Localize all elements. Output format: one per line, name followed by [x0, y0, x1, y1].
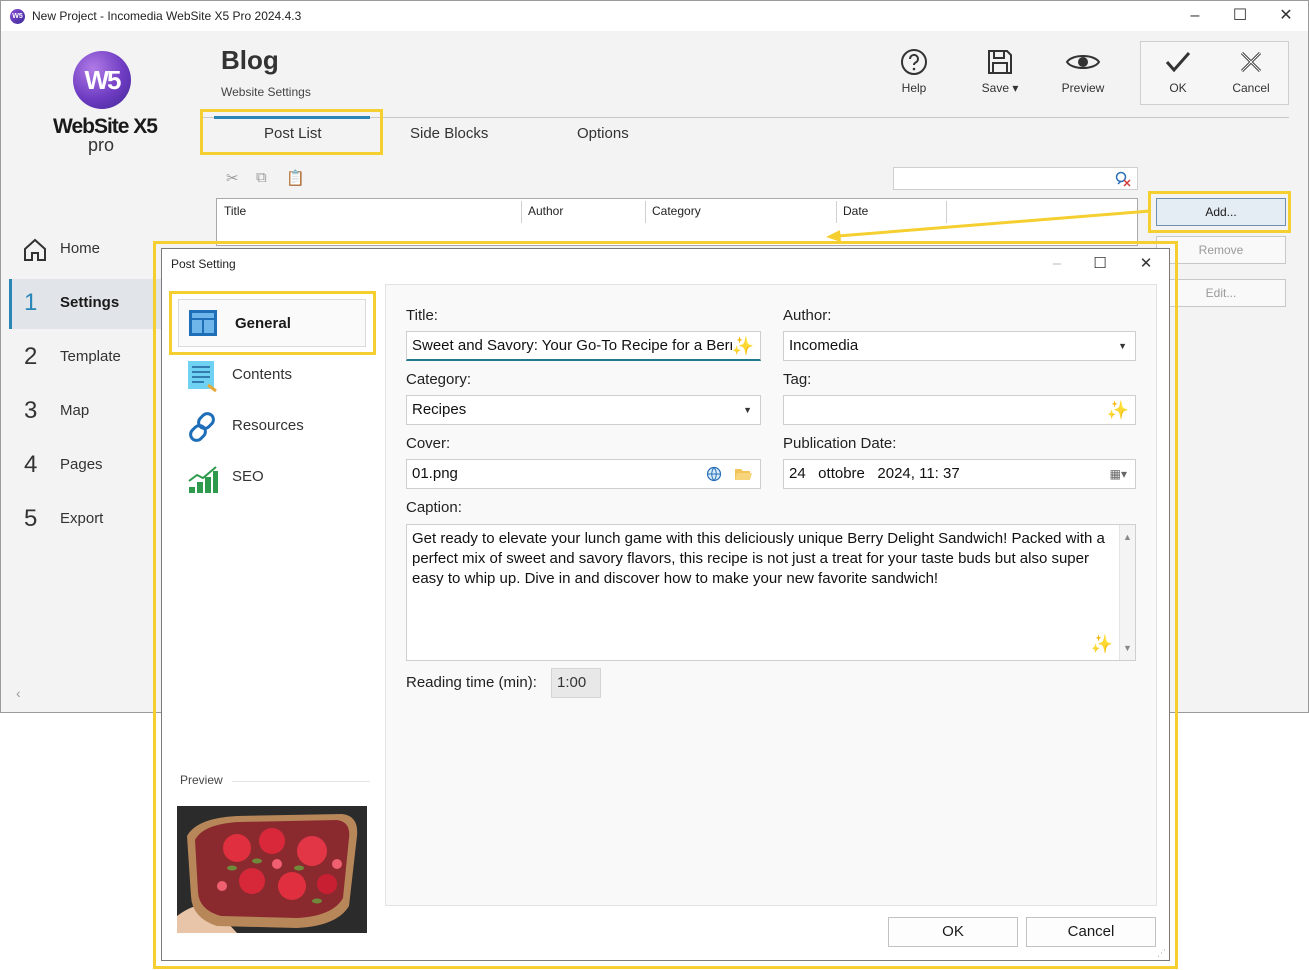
preview-button[interactable]: Preview: [1053, 47, 1113, 103]
nav-template[interactable]: 2 Template: [9, 333, 161, 383]
window-title: New Project - Incomedia WebSite X5 Pro 2…: [32, 9, 302, 23]
title-bar: W5 New Project - Incomedia WebSite X5 Pr…: [1, 1, 1308, 31]
cut-icon[interactable]: ✂: [226, 169, 239, 187]
active-nav-indicator: [9, 279, 12, 329]
search-input[interactable]: [893, 167, 1138, 190]
nav-number: 5: [24, 505, 38, 532]
nav-settings[interactable]: 1 Settings: [9, 279, 161, 329]
preview-label: Preview: [1061, 81, 1105, 95]
help-button[interactable]: Help: [884, 47, 944, 103]
nav-label: Settings: [60, 294, 120, 311]
search-clear-icon[interactable]: [1114, 170, 1132, 188]
nav-label: Pages: [60, 456, 103, 473]
save-button[interactable]: Save ▾: [970, 47, 1030, 103]
page-title: Blog: [221, 45, 279, 75]
ok-button[interactable]: OK: [1148, 47, 1208, 103]
nav-label: Home: [60, 240, 101, 257]
nav-label: Template: [60, 348, 121, 365]
column-title[interactable]: Title: [224, 204, 246, 218]
page-subtitle: Website Settings: [221, 85, 311, 99]
highlight-general-tab: [169, 291, 376, 355]
copy-icon[interactable]: ⧉: [256, 169, 267, 186]
logo-edition: pro: [88, 135, 115, 155]
nav-number: 4: [24, 451, 38, 478]
help-icon: [901, 49, 927, 75]
help-label: Help: [901, 81, 927, 95]
close-x-icon: [1240, 51, 1262, 73]
close-button[interactable]: ✕: [1271, 5, 1301, 27]
highlight-post-list-tab: [200, 109, 383, 155]
maximize-button[interactable]: ☐: [1225, 5, 1255, 27]
nav-label: Export: [60, 510, 104, 527]
home-icon: [24, 238, 46, 261]
collapse-sidebar-icon[interactable]: ‹: [16, 685, 21, 701]
nav-number: 2: [24, 343, 38, 370]
eye-icon: [1065, 55, 1101, 69]
logo-icon: W5: [73, 51, 131, 109]
cancel-label: Cancel: [1232, 81, 1270, 95]
column-author[interactable]: Author: [528, 204, 563, 218]
tab-side-blocks[interactable]: Side Blocks: [410, 125, 488, 142]
annotation-arrow-icon: [826, 209, 1151, 242]
save-label: Save ▾: [981, 81, 1019, 95]
paste-icon[interactable]: 📋: [286, 169, 305, 187]
highlight-add-button: [1148, 191, 1291, 233]
checkmark-icon: [1165, 52, 1191, 73]
tab-options[interactable]: Options: [577, 125, 629, 142]
cancel-button[interactable]: Cancel: [1221, 47, 1281, 103]
nav-home[interactable]: Home: [9, 225, 161, 275]
nav-label: Map: [60, 402, 90, 419]
save-icon: [988, 50, 1012, 74]
nav-number: 1: [24, 289, 38, 316]
nav-pages[interactable]: 4 Pages: [9, 441, 161, 491]
app-icon: W5: [10, 9, 25, 24]
nav-number: 3: [24, 397, 38, 424]
nav-export[interactable]: 5 Export: [9, 495, 161, 545]
minimize-button[interactable]: –: [1180, 5, 1210, 27]
nav-map[interactable]: 3 Map: [9, 387, 161, 437]
column-category[interactable]: Category: [652, 204, 701, 218]
ok-label: OK: [1169, 81, 1187, 95]
